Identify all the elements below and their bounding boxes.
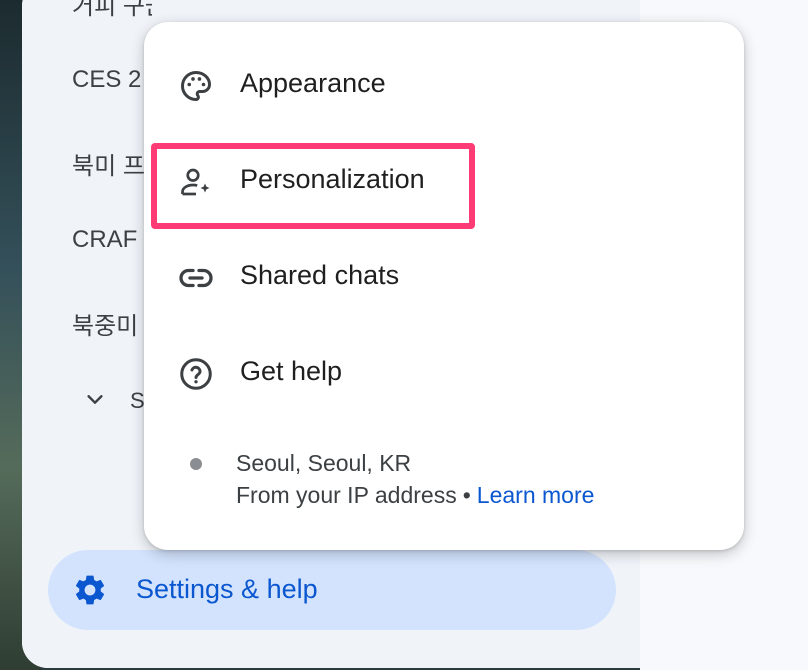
- recent-chat-item[interactable]: 북중미: [72, 306, 152, 341]
- show-more-label: S: [130, 388, 145, 413]
- chevron-down-icon: [84, 388, 106, 415]
- location-text: Seoul, Seoul, KR: [236, 450, 412, 476]
- recent-chat-item[interactable]: 거피 구군 군극: [72, 0, 152, 21]
- menu-item-appearance[interactable]: Appearance: [144, 38, 744, 134]
- menu-item-get-help[interactable]: Get help: [144, 326, 744, 422]
- settings-menu: Appearance Personalization Shared chats: [144, 22, 744, 550]
- link-icon: [178, 260, 214, 296]
- separator: •: [462, 482, 471, 508]
- person-sparkle-icon: [178, 164, 214, 200]
- settings-help-label: Settings & help: [136, 574, 318, 604]
- menu-item-label: Get help: [240, 356, 343, 386]
- location-dot-icon: [190, 458, 202, 470]
- learn-more-link[interactable]: Learn more: [477, 482, 595, 508]
- menu-item-personalization[interactable]: Personalization: [144, 134, 744, 230]
- menu-item-shared-chats[interactable]: Shared chats: [144, 230, 744, 326]
- palette-icon: [178, 68, 214, 104]
- location-source-text: From your IP address: [236, 482, 457, 508]
- menu-item-label: Appearance: [240, 68, 386, 98]
- settings-help-button[interactable]: Settings & help: [48, 550, 616, 630]
- recent-chat-item[interactable]: CES 2: [72, 66, 152, 94]
- gear-icon: [72, 572, 108, 608]
- help-circle-icon: [178, 356, 214, 392]
- recent-chat-item[interactable]: 북미 프: [72, 146, 152, 181]
- menu-item-label: Shared chats: [240, 260, 400, 290]
- menu-item-label: Personalization: [240, 164, 425, 194]
- location-source: From your IP address • Learn more: [236, 482, 594, 509]
- recent-chat-item[interactable]: CRAF: [72, 226, 152, 254]
